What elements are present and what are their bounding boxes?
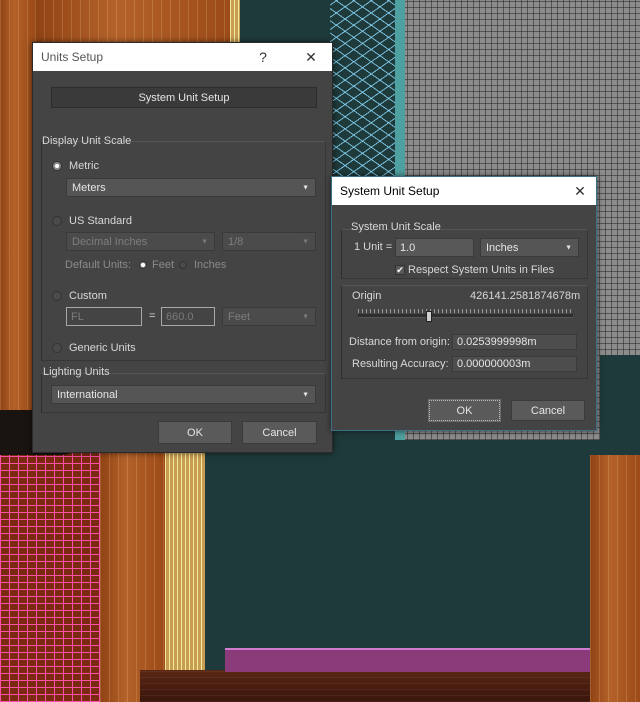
lighting-units-label: Lighting Units xyxy=(43,366,110,378)
origin-slider-track[interactable] xyxy=(358,314,573,318)
wood-right-post xyxy=(590,455,640,702)
lighting-units-value: International xyxy=(57,388,118,401)
metric-radio[interactable] xyxy=(52,161,62,171)
unit-amount-input[interactable]: 1.0 xyxy=(395,238,474,257)
unit-amount-value: 1.0 xyxy=(400,241,416,254)
units-setup-dialog: Units Setup ? ✕ System Unit Setup Displa… xyxy=(32,42,333,453)
yellow-wireframe-column xyxy=(165,440,205,690)
equals-sign: = xyxy=(149,310,156,322)
origin-slider-ticks xyxy=(358,309,573,313)
accuracy-label: Resulting Accuracy: xyxy=(352,358,449,370)
custom-unit-value: Feet xyxy=(228,310,251,323)
help-icon[interactable]: ? xyxy=(249,43,277,71)
origin-slider-thumb[interactable] xyxy=(426,311,432,322)
distance-label: Distance from origin: xyxy=(349,336,450,348)
system-unit-setup-button[interactable]: System Unit Setup xyxy=(51,87,317,108)
system-unit-setup-dialog: System Unit Setup ✕ System Unit Scale 1 … xyxy=(331,176,597,431)
chevron-down-icon: ▼ xyxy=(565,244,572,251)
metric-label[interactable]: Metric xyxy=(69,160,99,172)
cyan-wireframe-object xyxy=(330,0,395,180)
unit-type-dropdown[interactable]: Inches ▼ xyxy=(480,238,579,257)
custom-radio[interactable] xyxy=(52,291,62,301)
pink-wireframe-cabinet xyxy=(0,420,100,702)
lighting-units-dropdown[interactable]: International ▼ xyxy=(51,385,316,404)
us-standard-radio[interactable] xyxy=(52,216,62,226)
fraction-dropdown[interactable]: 1/8 ▼ xyxy=(222,232,316,251)
distance-field: 0.0253999998m xyxy=(452,334,577,350)
accuracy-field: 0.000000003m xyxy=(452,356,577,372)
system-unit-scale-label: System Unit Scale xyxy=(351,221,441,233)
feet-radio[interactable] xyxy=(139,261,147,269)
wood-cabinet-top xyxy=(35,0,235,42)
inches-radio[interactable] xyxy=(179,261,187,269)
us-standard-label[interactable]: US Standard xyxy=(69,215,132,227)
chevron-down-icon: ▼ xyxy=(302,184,309,191)
ok-button[interactable]: OK xyxy=(158,421,232,444)
custom-unit-dropdown[interactable]: Feet ▼ xyxy=(222,307,316,326)
display-unit-scale-label: Display Unit Scale xyxy=(42,135,132,147)
metric-unit-dropdown[interactable]: Meters ▼ xyxy=(66,178,316,197)
fraction-value: 1/8 xyxy=(228,235,244,248)
ok-button[interactable]: OK xyxy=(428,399,501,422)
system-unit-setup-titlebar[interactable]: System Unit Setup ✕ xyxy=(332,177,596,205)
inches-label[interactable]: Inches xyxy=(194,259,226,271)
cancel-button[interactable]: Cancel xyxy=(242,421,317,444)
dialog-title: Units Setup xyxy=(41,50,104,64)
custom-amount-input[interactable]: 660.0 xyxy=(161,307,215,326)
generic-units-label[interactable]: Generic Units xyxy=(69,342,136,354)
close-icon[interactable]: ✕ xyxy=(566,177,594,205)
chevron-down-icon: ▼ xyxy=(302,238,309,245)
units-setup-titlebar[interactable]: Units Setup ? ✕ xyxy=(33,43,332,71)
custom-name-input[interactable]: FL xyxy=(66,307,142,326)
respect-units-checkbox[interactable]: ✔ xyxy=(395,265,405,275)
custom-label[interactable]: Custom xyxy=(69,290,107,302)
metric-unit-value: Meters xyxy=(72,181,106,194)
chevron-down-icon: ▼ xyxy=(201,238,208,245)
respect-units-label[interactable]: Respect System Units in Files xyxy=(408,264,554,276)
origin-label: Origin xyxy=(352,290,382,302)
custom-amount-value: 660.0 xyxy=(166,310,194,323)
default-units-label: Default Units: xyxy=(65,259,132,271)
dialog-title: System Unit Setup xyxy=(340,184,440,198)
chevron-down-icon: ▼ xyxy=(302,313,309,320)
baseboard xyxy=(225,648,595,672)
origin-value: 426141.2581874678m xyxy=(470,290,581,302)
yellow-wireframe-top xyxy=(230,0,240,42)
us-standard-value: Decimal Inches xyxy=(72,235,148,248)
display-unit-scale-group xyxy=(41,141,326,361)
accuracy-value: 0.000000003m xyxy=(457,358,531,370)
feet-label[interactable]: Feet xyxy=(152,259,174,271)
custom-name-value: FL xyxy=(71,310,84,323)
cancel-button[interactable]: Cancel xyxy=(511,400,585,421)
distance-value: 0.0253999998m xyxy=(457,336,537,348)
us-standard-dropdown[interactable]: Decimal Inches ▼ xyxy=(66,232,215,251)
close-icon[interactable]: ✕ xyxy=(297,43,325,71)
generic-units-radio[interactable] xyxy=(52,343,62,353)
wood-cabinet-door xyxy=(100,440,165,702)
chevron-down-icon: ▼ xyxy=(302,391,309,398)
floor xyxy=(140,670,640,702)
unit-type-value: Inches xyxy=(486,241,519,254)
wood-cabinet-left xyxy=(0,0,35,420)
one-unit-label: 1 Unit = xyxy=(354,241,393,253)
